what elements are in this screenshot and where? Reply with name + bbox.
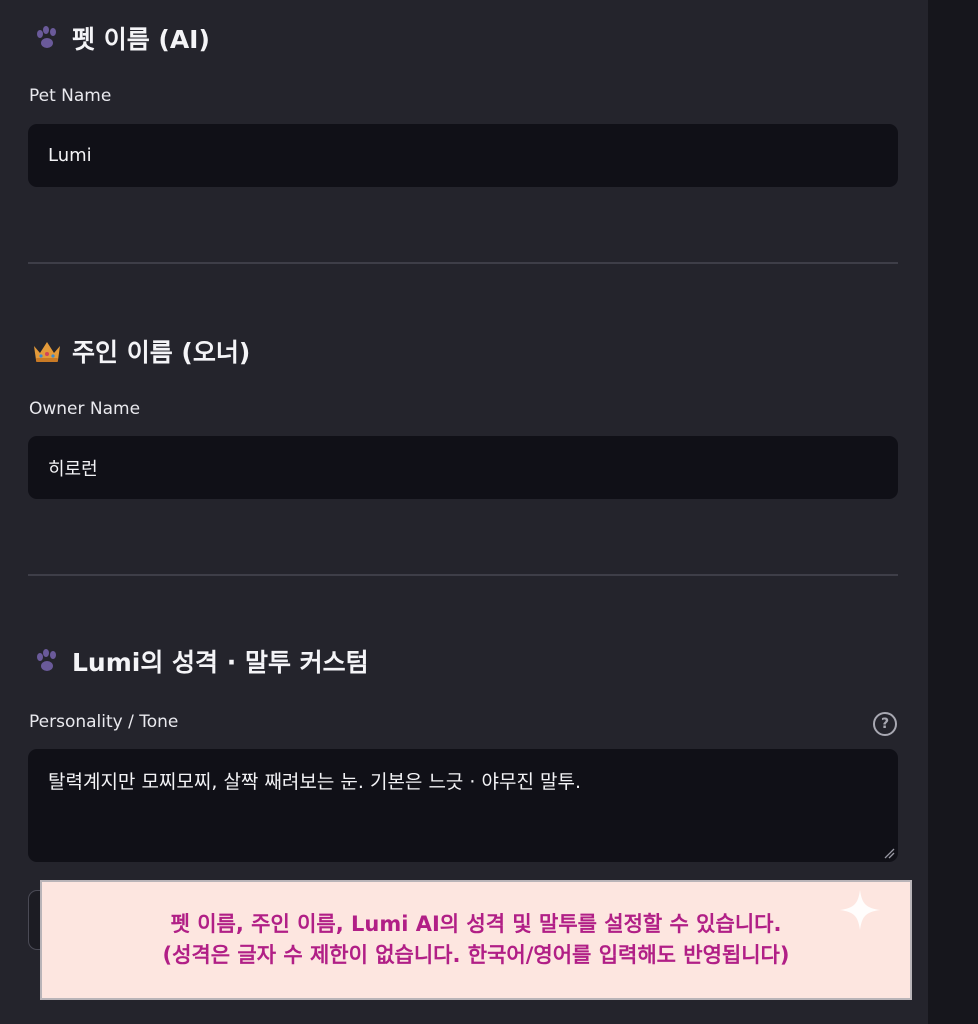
sparkle-icon — [840, 890, 880, 930]
personality-textarea[interactable]: 탈력계지만 모찌모찌, 살짝 째려보는 눈. 기본은 느긋 · 야무진 말투. — [28, 749, 898, 862]
paw-icon — [32, 23, 62, 53]
personality-textarea-container: 탈력계지만 모찌모찌, 살짝 째려보는 눈. 기본은 느긋 · 야무진 말투. — [28, 749, 898, 862]
personality-label: Personality / Tone — [29, 712, 179, 732]
pet-name-heading: 펫 이름 (AI) — [32, 20, 210, 56]
crown-icon — [32, 336, 62, 366]
pet-name-label: Pet Name — [29, 86, 112, 106]
info-banner: 펫 이름, 주인 이름, Lumi AI의 성격 및 말투를 설정할 수 있습니… — [40, 880, 912, 1000]
personality-heading-text: Lumi의 성격 · 말투 커스텀 — [72, 648, 369, 677]
paw-icon — [32, 646, 62, 676]
owner-name-label: Owner Name — [29, 399, 141, 419]
pet-name-input[interactable] — [28, 124, 898, 187]
right-panel-edge — [928, 0, 978, 1024]
divider — [28, 262, 898, 264]
banner-line-1: 펫 이름, 주인 이름, Lumi AI의 성격 및 말투를 설정할 수 있습니… — [170, 911, 782, 936]
pet-name-heading-text: 펫 이름 (AI) — [72, 25, 210, 54]
resize-handle-icon[interactable] — [883, 847, 895, 859]
help-icon[interactable]: ? — [873, 712, 897, 736]
owner-name-heading: 주인 이름 (오너) — [32, 333, 250, 369]
settings-panel: 펫 이름 (AI) Pet Name 주인 이름 (오너) Owner Name — [0, 0, 928, 1024]
owner-name-heading-text: 주인 이름 (오너) — [72, 338, 251, 367]
personality-heading: Lumi의 성격 · 말투 커스텀 — [32, 643, 369, 679]
divider — [28, 574, 898, 576]
owner-name-input[interactable] — [28, 436, 898, 499]
banner-line-2: (성격은 글자 수 제한이 없습니다. 한국어/영어를 입력해도 반영됩니다) — [162, 943, 790, 967]
